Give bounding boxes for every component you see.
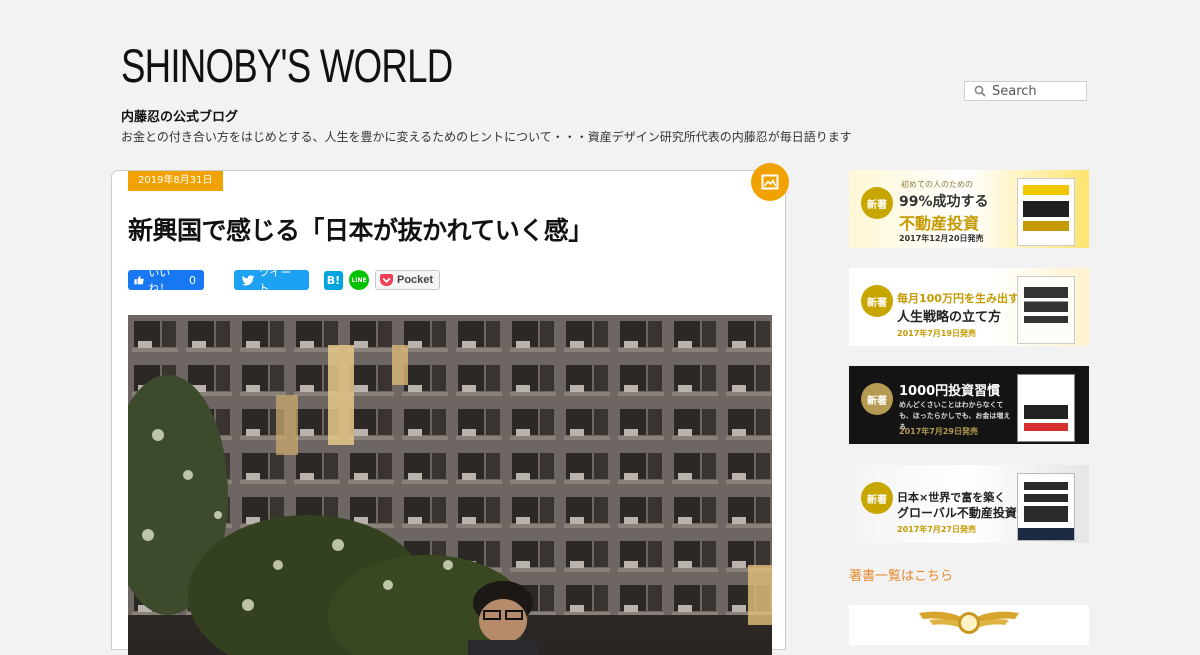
line-share-label: LINE [351,276,367,284]
book-banner-2[interactable]: 新著 毎月100万円を生み出す 人生戦略の立て方 2017年7月19日発売 [849,268,1089,346]
book-cover [1017,473,1075,541]
book-cover [1017,276,1075,344]
new-book-badge: 新著 [861,285,893,317]
banner-title-line2: 人生戦略の立て方 [897,310,1002,325]
search-box[interactable] [964,81,1087,101]
post-date[interactable]: 2019年8月31日 [128,171,223,191]
tweet-label: ツイート [258,266,292,295]
post-featured-image[interactable] [128,315,772,655]
new-book-badge: 新著 [861,383,893,415]
winged-emblem-icon [919,611,1019,634]
post-title[interactable]: 新興国で感じる「日本が抜かれていく感」 [128,211,593,247]
banner-title-line1: 日本×世界で富を築く [897,491,1006,504]
banner-release-date: 2017年7月27日発売 [897,525,976,534]
pocket-icon [380,274,393,286]
pocket-button[interactable]: Pocket [375,270,441,290]
site-title[interactable]: SHINOBY'S WORLD [121,38,453,93]
site-tagline: 内藤忍の公式ブログ [121,110,239,125]
post-card: 2019年8月31日 新興国で感じる「日本が抜かれていく感」 いいね！ 0 ツイ… [111,163,789,655]
banner-title-line1: 99%成功する [899,194,989,210]
banner-title-line2: 不動産投資 [899,214,980,233]
hatena-bookmark-button[interactable]: B! [324,270,343,290]
banner-title-line1: 毎月100万円を生み出す [897,292,1019,305]
twitter-bird-icon [242,274,255,286]
line-share-button[interactable]: LINE [349,270,369,290]
banner-title-line1: 1000円投資習慣 [899,384,1001,399]
facebook-like-button[interactable]: いいね！ 0 [128,266,204,295]
image-format-icon[interactable] [751,163,789,201]
sidebar-emblem[interactable] [849,605,1089,645]
banner-release-date: 2017年7月19日発売 [897,329,976,338]
pocket-label: Pocket [397,274,434,286]
tweet-button[interactable]: ツイート [234,266,309,295]
book-cover [1017,374,1075,442]
banner-title-line2: グローバル不動産投資 [897,506,1017,520]
share-buttons: いいね！ 0 ツイート B! LINE Pocket [128,266,441,295]
book-banner-1[interactable]: 新著 初めての人のための 99%成功する 不動産投資 2017年12月20日発売 [849,170,1089,248]
new-book-badge: 新著 [861,482,893,514]
book-cover [1017,178,1075,246]
banner-release-date: 2017年12月20日発売 [899,234,984,243]
search-icon [974,85,986,97]
search-input[interactable] [992,83,1078,99]
facebook-like-label: いいね！ [148,266,171,295]
new-book-badge: 新著 [861,187,893,219]
site-description: お金との付き合い方をはじめとする、人生を豊かに変えるためのヒントについて・・・資… [121,130,852,144]
banner-subtitle: 初めての人のための [901,180,973,189]
books-list-link[interactable]: 著書一覧はこちら [849,565,953,584]
banner-release-date: 2017年7月29日発売 [899,427,978,436]
thumbs-up-icon [134,275,144,285]
book-banner-3[interactable]: 新著 1000円投資習慣 めんどくさいことはわからなくても、ほったらかしでも、お… [849,366,1089,444]
book-banner-4[interactable]: 新著 日本×世界で富を築く グローバル不動産投資 2017年7月27日発売 [849,465,1089,543]
facebook-like-count: 0 [189,273,196,287]
